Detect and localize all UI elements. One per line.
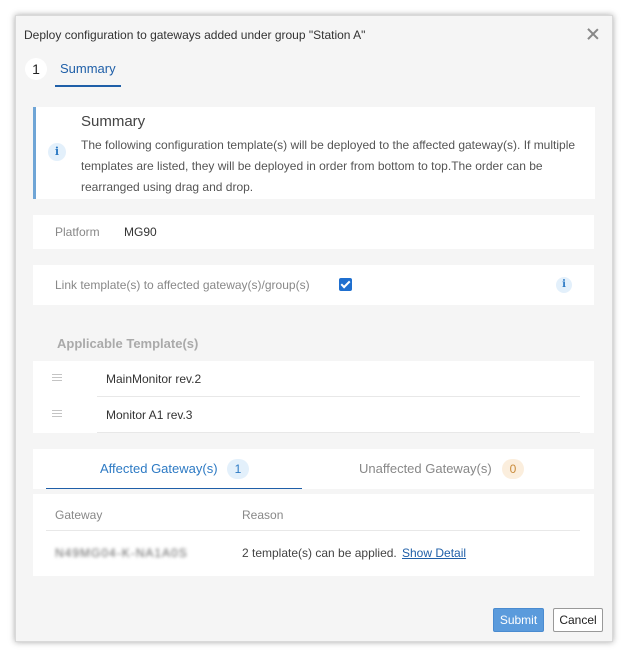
deploy-dialog: Deploy configuration to gateways added u…: [15, 15, 613, 642]
drag-handle-icon[interactable]: [52, 410, 62, 418]
tab-unaffected-gateways[interactable]: Unaffected Gateway(s) 0: [302, 449, 582, 489]
dialog-footer: Submit Cancel: [16, 608, 612, 643]
show-detail-link[interactable]: Show Detail: [402, 546, 466, 560]
summary-panel: i Summary The following configuration te…: [33, 107, 595, 199]
info-icon[interactable]: i: [556, 277, 572, 293]
cancel-button[interactable]: Cancel: [553, 608, 603, 632]
summary-title: Summary: [81, 113, 146, 130]
dialog-content: i Summary The following configuration te…: [16, 88, 612, 608]
applicable-templates-heading: Applicable Template(s): [57, 336, 199, 351]
step-bar: 1 Summary: [16, 54, 612, 88]
link-templates-label: Link template(s) to affected gateway(s)/…: [55, 278, 310, 292]
platform-row: Platform MG90: [33, 215, 594, 249]
column-header-reason: Reason: [242, 508, 284, 522]
submit-button[interactable]: Submit: [493, 608, 544, 632]
step-summary-tab[interactable]: Summary: [55, 54, 121, 87]
dialog-title: Deploy configuration to gateways added u…: [24, 28, 366, 42]
step-number: 1: [25, 58, 47, 80]
list-item[interactable]: Monitor A1 rev.3: [33, 397, 594, 433]
tab-label: Unaffected Gateway(s): [359, 461, 492, 476]
gateway-tabs: Affected Gateway(s) 1 Unaffected Gateway…: [33, 449, 594, 489]
template-name: Monitor A1 rev.3: [106, 408, 193, 422]
dialog-header: Deploy configuration to gateways added u…: [16, 16, 612, 54]
reason-text: 2 template(s) can be applied.: [242, 546, 397, 560]
gateway-table: Gateway Reason N49MG04-K-NA1A0S 2 templa…: [33, 494, 594, 576]
link-templates-checkbox[interactable]: [339, 278, 352, 291]
drag-handle-icon[interactable]: [52, 374, 62, 382]
divider: [46, 530, 580, 531]
divider: [97, 432, 580, 433]
column-header-gateway: Gateway: [55, 508, 103, 522]
tab-affected-gateways[interactable]: Affected Gateway(s) 1: [46, 449, 302, 489]
close-icon[interactable]: [586, 27, 600, 41]
templates-list: MainMonitor rev.2 Monitor A1 rev.3: [33, 361, 594, 433]
template-name: MainMonitor rev.2: [106, 372, 202, 386]
count-badge: 1: [227, 459, 249, 479]
platform-label: Platform: [55, 225, 100, 239]
gateway-name: N49MG04-K-NA1A0S: [55, 546, 188, 560]
link-templates-row: Link template(s) to affected gateway(s)/…: [33, 265, 594, 305]
info-icon: i: [48, 143, 66, 161]
tab-label: Affected Gateway(s): [100, 461, 218, 476]
platform-value: MG90: [124, 225, 157, 239]
list-item[interactable]: MainMonitor rev.2: [33, 361, 594, 397]
summary-text: The following configuration template(s) …: [81, 138, 576, 194]
count-badge: 0: [502, 459, 524, 479]
